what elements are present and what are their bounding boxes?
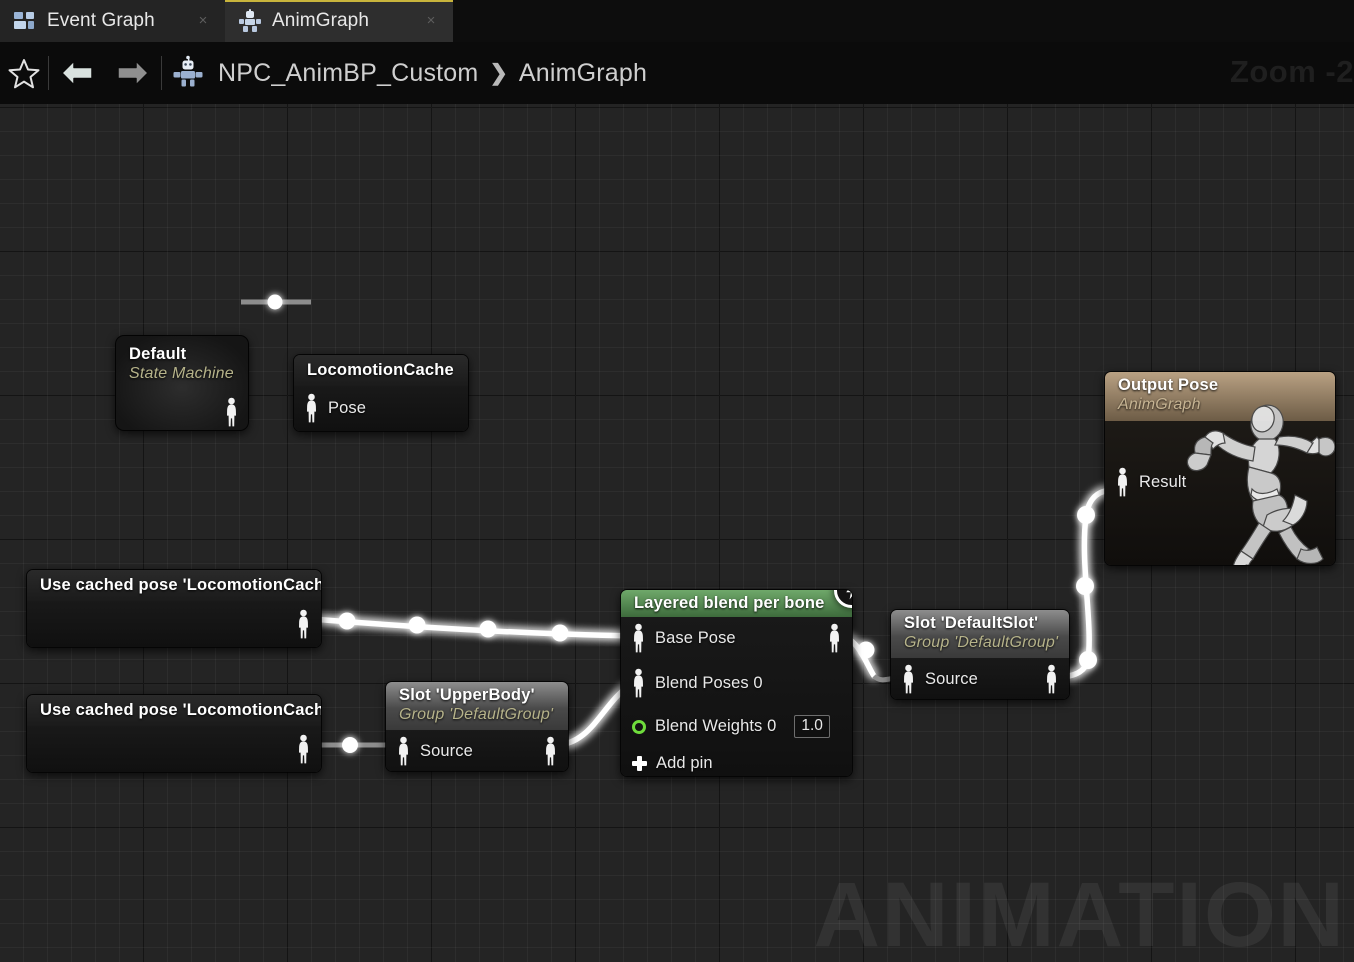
- forward-button[interactable]: [105, 51, 161, 95]
- output-pin-pose[interactable]: [296, 734, 311, 764]
- pin-label: Source: [925, 669, 978, 688]
- forward-arrow-icon: [115, 58, 151, 88]
- favorite-button[interactable]: [0, 51, 48, 95]
- node-subtitle: State Machine: [129, 365, 234, 382]
- anim-graph-editor: Event Graph × AnimGraph × NPC_AnimBP_Cus…: [0, 0, 1354, 962]
- blend-weight-value-field[interactable]: 1.0: [794, 715, 830, 738]
- wire-statemachine-to-cache: [240, 294, 311, 310]
- back-button[interactable]: [49, 51, 105, 95]
- pose-pin-icon: [1044, 664, 1059, 694]
- breadcrumb-leaf[interactable]: AnimGraph: [519, 59, 647, 88]
- pin-label: Source: [420, 741, 473, 760]
- save-cached-pose-node[interactable]: LocomotionCache Pose: [293, 354, 469, 432]
- pin-label: Blend Weights 0: [655, 717, 777, 735]
- input-pin-result[interactable]: Result: [1115, 467, 1186, 497]
- wire-cached-upper-to-basepose: [309, 612, 639, 642]
- pose-pin-icon: [631, 623, 646, 653]
- tab-event-graph-label: Event Graph: [47, 10, 155, 31]
- output-pin-pose[interactable]: [296, 609, 311, 639]
- node-title: Output Pose: [1118, 376, 1219, 394]
- zoom-level-label: Zoom -2: [1229, 54, 1354, 89]
- pose-pin-icon: [827, 623, 842, 653]
- back-arrow-icon: [59, 58, 95, 88]
- pose-pin-icon: [296, 609, 311, 639]
- node-header: Layered blend per bone: [621, 590, 852, 617]
- output-pose-node[interactable]: Output Pose AnimGraph Result: [1104, 371, 1336, 566]
- pose-pin-icon: [631, 668, 646, 698]
- node-subtitle: Group 'DefaultGroup': [399, 706, 554, 723]
- slot-upperbody-node[interactable]: Slot 'UpperBody' Group 'DefaultGroup' So…: [385, 681, 569, 772]
- use-cached-pose-node-lower[interactable]: Use cached pose 'LocomotionCache': [26, 694, 322, 773]
- node-title: Layered blend per bone: [634, 594, 825, 612]
- node-title: Use cached pose 'LocomotionCache': [40, 701, 322, 719]
- input-pin-source[interactable]: Source: [396, 736, 473, 766]
- node-header: Slot 'UpperBody' Group 'DefaultGroup': [386, 682, 568, 730]
- graph-toolbar: NPC_AnimBP_Custom ❯ AnimGraph Zoom -2: [0, 42, 1354, 104]
- node-header: Output Pose AnimGraph: [1105, 372, 1335, 421]
- slot-defaultslot-node[interactable]: Slot 'DefaultSlot' Group 'DefaultGroup' …: [890, 609, 1070, 700]
- pose-pin-icon: [304, 393, 319, 423]
- node-header: Use cached pose 'LocomotionCache': [27, 695, 321, 726]
- event-graph-icon: [14, 12, 36, 30]
- pose-pin-icon: [543, 736, 558, 766]
- blueprint-button[interactable]: [162, 51, 214, 95]
- node-subtitle: AnimGraph: [1118, 396, 1201, 413]
- output-pin-pose[interactable]: [224, 397, 239, 427]
- breadcrumb-root[interactable]: NPC_AnimBP_Custom: [218, 59, 478, 88]
- add-pin-button[interactable]: Add pin: [632, 754, 713, 773]
- add-pin-label: Add pin: [656, 754, 713, 772]
- state-machine-node[interactable]: Default State Machine: [115, 335, 249, 431]
- tab-anim-graph-label: AnimGraph: [272, 10, 369, 31]
- output-pin-pose[interactable]: [543, 736, 558, 766]
- anim-graph-icon: [239, 8, 261, 32]
- breadcrumb: NPC_AnimBP_Custom ❯ AnimGraph: [218, 59, 647, 88]
- pose-pin-icon: [224, 397, 239, 427]
- tab-bar: Event Graph × AnimGraph ×: [0, 0, 1354, 42]
- pose-pin-icon: [396, 736, 411, 766]
- tab-anim-graph[interactable]: AnimGraph ×: [225, 0, 453, 42]
- pin-label: Pose: [328, 398, 367, 417]
- pose-pin-icon: [296, 734, 311, 764]
- close-icon[interactable]: ×: [423, 13, 439, 29]
- node-header: Use cached pose 'LocomotionCache': [27, 570, 321, 601]
- graph-type-watermark: ANIMATION: [813, 864, 1346, 962]
- float-pin-icon: [632, 719, 646, 734]
- input-pin-source[interactable]: Source: [901, 664, 978, 694]
- pin-label: Blend Poses 0: [655, 673, 763, 692]
- pin-label: Base Pose: [655, 628, 736, 647]
- output-pin-pose[interactable]: [827, 623, 842, 653]
- use-cached-pose-node-upper[interactable]: Use cached pose 'LocomotionCache': [26, 569, 322, 648]
- plus-icon: [632, 756, 647, 771]
- node-title: Default: [129, 345, 187, 363]
- node-title: Use cached pose 'LocomotionCache': [40, 576, 322, 594]
- close-icon[interactable]: ×: [195, 13, 211, 29]
- pose-pin-icon: [1115, 467, 1130, 497]
- node-header: LocomotionCache: [294, 355, 468, 386]
- node-title: LocomotionCache: [307, 361, 454, 379]
- mannequin-artwork: [1167, 397, 1335, 565]
- robot-icon: [173, 55, 203, 92]
- graph-canvas[interactable]: ANIMATION Default State Machine Locomoti…: [0, 104, 1354, 962]
- node-subtitle: Group 'DefaultGroup': [904, 634, 1059, 651]
- star-icon: [8, 58, 40, 89]
- output-pin-pose[interactable]: [1044, 664, 1059, 694]
- input-pin-blend-weights-0[interactable]: Blend Weights 0 1.0: [632, 715, 830, 738]
- chevron-right-icon: ❯: [489, 60, 508, 85]
- layered-blend-per-bone-node[interactable]: Layered blend per bone Base Pose Blend P…: [620, 589, 853, 777]
- node-header: Slot 'DefaultSlot' Group 'DefaultGroup': [891, 610, 1069, 658]
- pose-pin-icon: [901, 664, 916, 694]
- tab-event-graph[interactable]: Event Graph ×: [0, 0, 225, 42]
- pin-label: Result: [1139, 472, 1187, 491]
- node-title: Slot 'UpperBody': [399, 686, 535, 704]
- node-title: Slot 'DefaultSlot': [904, 614, 1039, 632]
- input-pin-base-pose[interactable]: Base Pose: [631, 623, 736, 653]
- input-pin-pose[interactable]: Pose: [304, 393, 366, 423]
- input-pin-blend-poses-0[interactable]: Blend Poses 0: [631, 668, 763, 698]
